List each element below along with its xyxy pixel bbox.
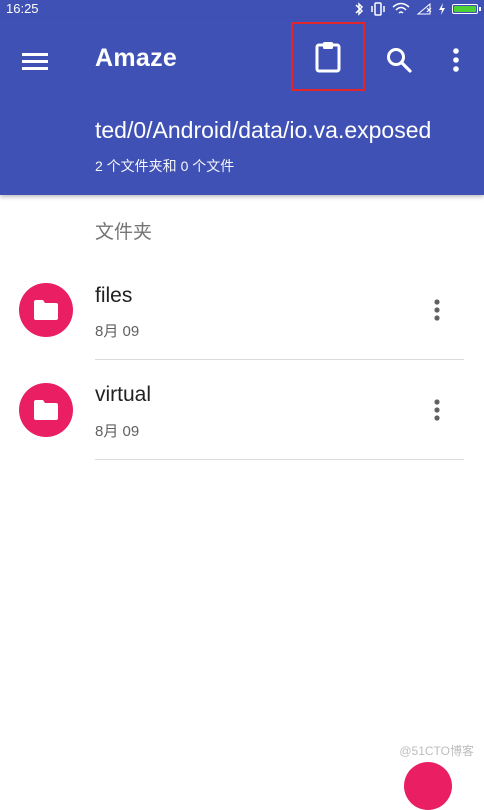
app-title: Amaze	[95, 44, 178, 72]
bluetooth-icon	[355, 2, 364, 16]
clipboard-button[interactable]	[291, 22, 365, 91]
list-item-date: 8月 09	[95, 323, 140, 340]
vibrate-icon	[371, 2, 385, 16]
list-item-name: files	[95, 284, 133, 307]
folder-avatar	[19, 283, 73, 337]
signal-icon	[416, 2, 432, 15]
floating-action-button[interactable]	[404, 762, 452, 810]
folder-avatar	[19, 383, 73, 437]
section-header-folders: 文件夹	[95, 222, 153, 243]
path-summary: 2 个文件夹和 0 个文件	[95, 158, 235, 174]
list-item-name: virtual	[95, 383, 152, 406]
item-options-button[interactable]	[424, 392, 450, 428]
current-path[interactable]: ted/0/Android/data/io.va.exposed	[95, 117, 431, 144]
divider	[95, 459, 464, 460]
watermark: @51CTO博客	[399, 744, 474, 758]
more-vert-icon	[434, 399, 440, 421]
item-options-button[interactable]	[424, 292, 450, 328]
more-vert-icon	[434, 299, 440, 321]
menu-button[interactable]	[18, 44, 52, 78]
status-time: 16:25	[6, 1, 39, 16]
folder-icon	[34, 300, 58, 320]
hamburger-menu-icon	[22, 53, 48, 70]
search-icon	[387, 48, 412, 73]
status-bar: 16:25	[0, 0, 484, 18]
overflow-menu-button[interactable]	[442, 42, 470, 78]
more-vert-icon	[453, 48, 459, 72]
list-item-date: 8月 09	[95, 423, 140, 440]
app-bar: Amaze ted/0/Android/data/io.va.exposed 2…	[0, 18, 484, 195]
battery-icon	[452, 4, 481, 14]
divider	[95, 359, 464, 360]
wifi-icon	[392, 2, 410, 14]
folder-icon	[34, 400, 58, 420]
status-icons	[354, 1, 481, 17]
charging-icon	[439, 3, 445, 15]
clipboard-icon	[315, 41, 341, 72]
search-button[interactable]	[381, 42, 417, 78]
